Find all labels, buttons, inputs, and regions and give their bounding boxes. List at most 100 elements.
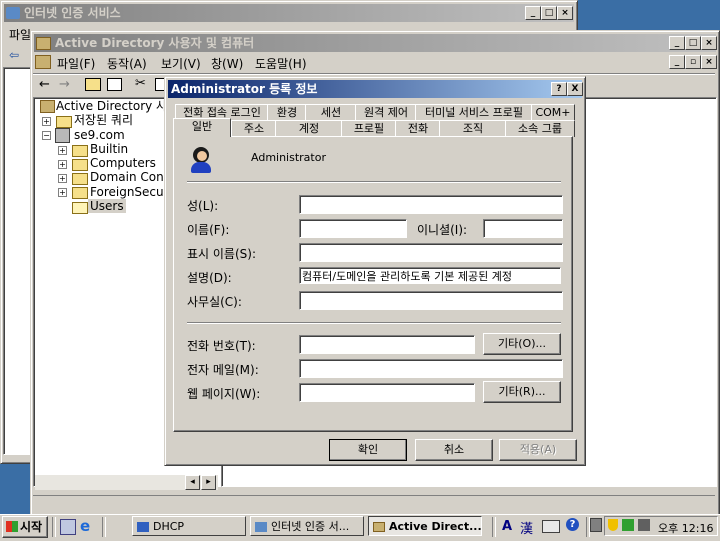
task-dhcp-label: DHCP bbox=[153, 520, 185, 533]
up-folder-icon[interactable] bbox=[85, 78, 101, 91]
tree-root[interactable]: Active Directory 사용자 bbox=[56, 99, 166, 113]
office-input[interactable] bbox=[299, 291, 563, 310]
phone-other-button[interactable]: 기타(O)... bbox=[483, 333, 561, 355]
menu-view[interactable]: 보기(V) bbox=[161, 55, 201, 72]
volume-icon[interactable] bbox=[622, 519, 634, 531]
first-name-label: 이름(F): bbox=[187, 223, 230, 237]
show-tree-icon[interactable] bbox=[107, 78, 122, 91]
ias-close-button[interactable]: × bbox=[557, 6, 573, 20]
ime-hanja-indicator[interactable]: 漢 bbox=[520, 518, 533, 537]
ias-titlebar[interactable]: 인터넷 인증 서비스 bbox=[4, 4, 574, 22]
ime-keyboard-icon[interactable] bbox=[542, 520, 560, 533]
tab-com[interactable]: COM+ bbox=[531, 104, 575, 121]
users-folder-icon bbox=[72, 202, 88, 214]
email-label: 전자 메일(M): bbox=[187, 363, 259, 377]
tree-scroll-right-button[interactable]: ▸ bbox=[201, 475, 216, 490]
forward-arrow-icon[interactable]: → bbox=[59, 77, 70, 92]
ad-child-restore-button[interactable]: ▫ bbox=[685, 55, 701, 69]
ias-minimize-button[interactable]: _ bbox=[525, 6, 541, 20]
ias-app-icon bbox=[6, 7, 20, 19]
tab-sessions[interactable]: 세션 bbox=[305, 104, 357, 121]
tab-telephones[interactable]: 전화 bbox=[395, 120, 441, 137]
tree-computers[interactable]: Computers bbox=[90, 156, 156, 170]
dialog-titlebar[interactable]: Administrator 등록 정보 bbox=[168, 80, 582, 98]
tree-scroll-left-button[interactable]: ◂ bbox=[185, 475, 200, 490]
ad-maximize-button[interactable]: □ bbox=[685, 36, 701, 50]
dialog-help-button[interactable]: ? bbox=[551, 82, 567, 96]
tab-terminal-profile[interactable]: 터미널 서비스 프로필 bbox=[415, 104, 533, 121]
cut-icon[interactable]: ✂ bbox=[135, 76, 146, 91]
ad-task-icon bbox=[373, 522, 385, 532]
user-name-label: Administrator bbox=[251, 151, 326, 164]
tree-foreign-security[interactable]: ForeignSecurit bbox=[90, 185, 166, 199]
tree-users[interactable]: Users bbox=[88, 199, 126, 213]
menu-window[interactable]: 창(W) bbox=[211, 55, 243, 72]
webpage-other-button[interactable]: 기타(R)... bbox=[483, 381, 561, 403]
tab-remote-control[interactable]: 원격 제어 bbox=[355, 104, 417, 121]
dialog-title: Administrator 등록 정보 bbox=[171, 82, 318, 96]
task-dhcp[interactable]: DHCP bbox=[132, 516, 246, 536]
ime-alpha-indicator[interactable]: A bbox=[502, 519, 512, 534]
webpage-input[interactable] bbox=[299, 383, 475, 402]
ias-back-icon[interactable]: ⇦ bbox=[9, 48, 19, 62]
ias-menu-file[interactable]: 파일 bbox=[9, 26, 31, 43]
first-name-input[interactable] bbox=[299, 219, 407, 238]
initials-input[interactable] bbox=[483, 219, 563, 238]
menu-action[interactable]: 동작(A) bbox=[107, 55, 147, 72]
expand-computers[interactable]: + bbox=[58, 160, 67, 169]
task-active-directory[interactable]: Active Direct... bbox=[368, 516, 482, 536]
last-name-label: 성(L): bbox=[187, 199, 219, 213]
task-ias[interactable]: 인터넷 인증 서... bbox=[250, 516, 364, 536]
description-input[interactable]: 컴퓨터/도메인을 관리하도록 기본 제공된 계정 bbox=[299, 267, 561, 284]
ad-close-button[interactable]: × bbox=[701, 36, 717, 50]
dialog-close-button[interactable]: X bbox=[567, 82, 583, 96]
ias-tree-pane bbox=[3, 67, 31, 455]
back-arrow-icon[interactable]: ← bbox=[39, 77, 50, 92]
clock[interactable]: 오후 12:16 bbox=[658, 520, 713, 536]
office-label: 사무실(C): bbox=[187, 295, 242, 309]
display-name-input[interactable] bbox=[299, 243, 563, 262]
help-icon[interactable]: ? bbox=[566, 518, 579, 531]
description-label: 설명(D): bbox=[187, 271, 232, 285]
ie-icon[interactable]: e bbox=[80, 517, 90, 535]
cancel-button[interactable]: 취소 bbox=[415, 439, 493, 461]
apply-button[interactable]: 적용(A) bbox=[499, 439, 577, 461]
security-shield-icon[interactable] bbox=[608, 519, 618, 531]
phone-input[interactable] bbox=[299, 335, 475, 354]
network-icon[interactable] bbox=[590, 518, 602, 532]
expand-domain-controllers[interactable]: + bbox=[58, 174, 67, 183]
tab-organization[interactable]: 조직 bbox=[439, 120, 507, 137]
tab-address[interactable]: 주소 bbox=[231, 120, 277, 137]
tree-domain-controllers[interactable]: Domain Contro bbox=[90, 170, 166, 184]
ias-maximize-button[interactable]: □ bbox=[541, 6, 557, 20]
tree-saved-queries[interactable]: 저장된 쿼리 bbox=[74, 113, 133, 127]
ad-console-icon[interactable] bbox=[35, 55, 51, 69]
last-name-input[interactable] bbox=[299, 195, 563, 214]
ok-button[interactable]: 확인 bbox=[329, 439, 407, 461]
show-desktop-icon[interactable] bbox=[60, 519, 76, 535]
ad-minimize-button[interactable]: _ bbox=[669, 36, 685, 50]
expand-builtin[interactable]: + bbox=[58, 146, 67, 155]
separator-2 bbox=[187, 322, 561, 324]
tree-builtin[interactable]: Builtin bbox=[90, 142, 128, 156]
tab-member-of[interactable]: 소속 그룹 bbox=[505, 120, 575, 137]
phone-label: 전화 번호(T): bbox=[187, 339, 256, 353]
email-input[interactable] bbox=[299, 359, 563, 378]
tab-account[interactable]: 계정 bbox=[275, 120, 343, 137]
menu-help[interactable]: 도움말(H) bbox=[255, 55, 307, 72]
menu-file[interactable]: 파일(F) bbox=[57, 55, 95, 72]
tree-domain[interactable]: se9.com bbox=[74, 128, 125, 142]
toolbar-separator-top bbox=[33, 73, 715, 75]
ad-titlebar[interactable]: Active Directory 사용자 및 컴퓨터 bbox=[34, 34, 716, 52]
expand-saved-queries[interactable]: + bbox=[42, 117, 51, 126]
collapse-domain[interactable]: − bbox=[42, 131, 51, 140]
domain-icon bbox=[55, 128, 70, 143]
tray-app-icon[interactable] bbox=[638, 519, 650, 531]
ad-child-close-button[interactable]: × bbox=[701, 55, 717, 69]
tab-profile[interactable]: 프로필 bbox=[341, 120, 397, 137]
tab-general[interactable]: 일반 bbox=[173, 118, 231, 137]
start-button[interactable]: 시작 bbox=[2, 516, 48, 538]
tab-environment[interactable]: 환경 bbox=[267, 104, 307, 121]
ad-child-minimize-button[interactable]: _ bbox=[669, 55, 685, 69]
expand-foreign-security[interactable]: + bbox=[58, 188, 67, 197]
